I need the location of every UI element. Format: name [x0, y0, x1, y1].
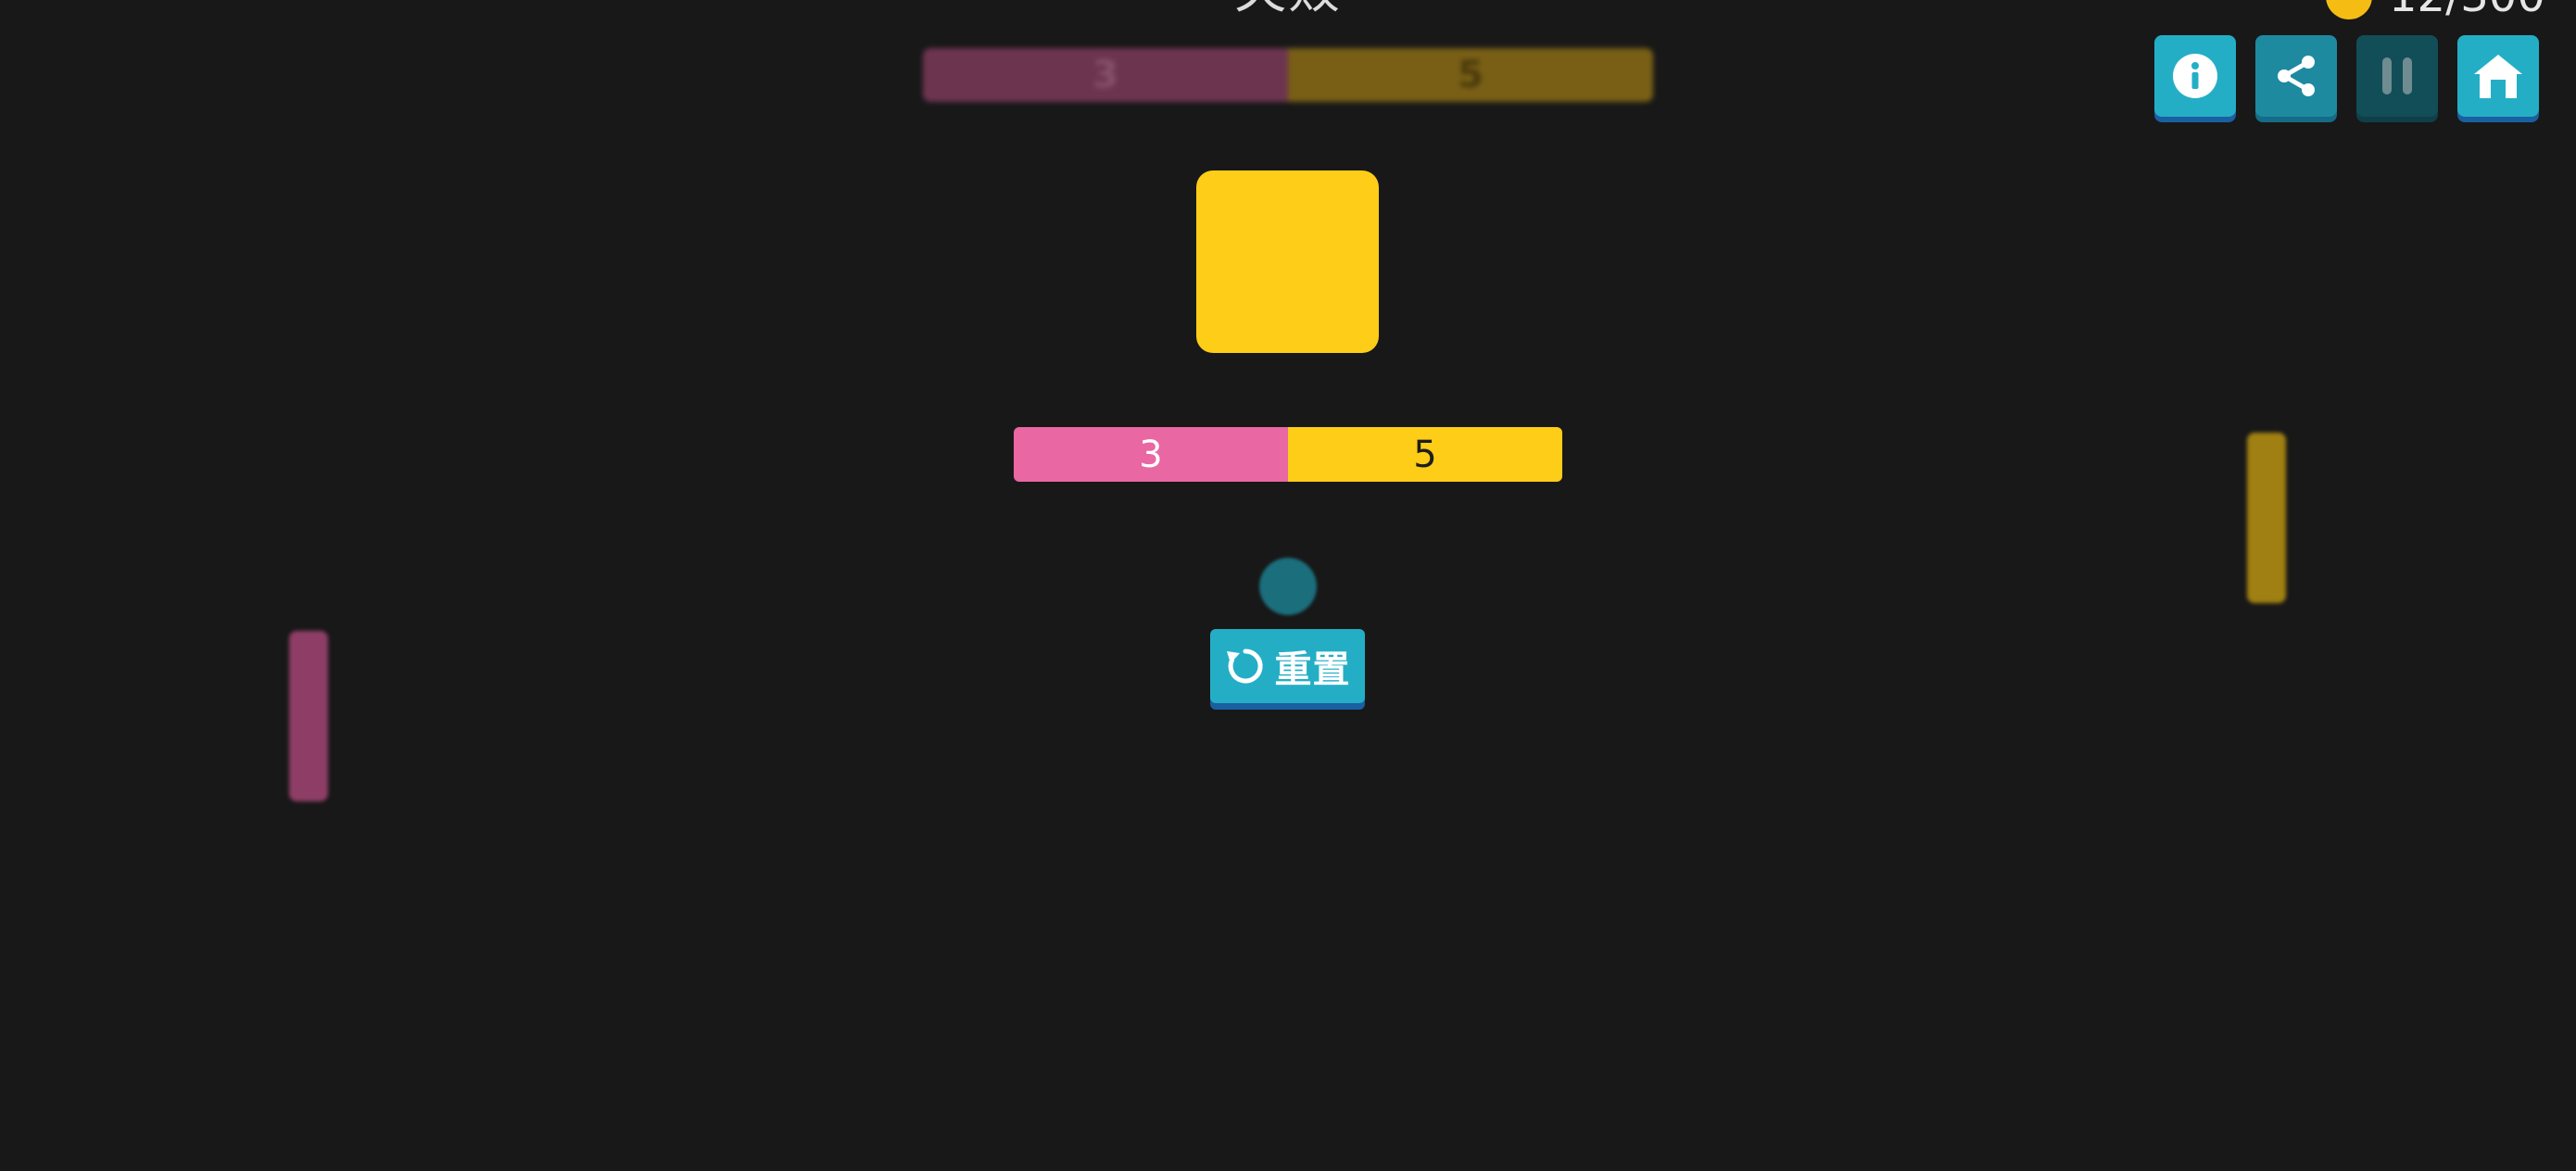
coin-icon — [2326, 0, 2372, 19]
target-left-segment: 3 — [923, 48, 1288, 102]
right-paddle — [2247, 433, 2286, 603]
pause-button[interactable] — [2356, 35, 2438, 117]
left-paddle — [289, 631, 328, 801]
refresh-icon — [1226, 648, 1263, 684]
info-button[interactable] — [2154, 35, 2236, 117]
share-button[interactable] — [2255, 35, 2337, 117]
home-button[interactable] — [2457, 35, 2539, 117]
score-text: 12/300 — [2389, 0, 2545, 22]
share-icon — [2278, 56, 2315, 96]
falling-block — [1196, 170, 1379, 353]
target-right-segment: 5 — [1288, 48, 1653, 102]
info-icon — [2173, 54, 2217, 98]
result-title: 失败 — [1195, 0, 1381, 19]
target-ratio-bar: 3 5 — [923, 48, 1653, 102]
current-right-segment: 5 — [1288, 427, 1562, 482]
game-stage: 失败 12/300 3 5 — [0, 0, 2576, 1171]
pause-icon — [2382, 57, 2412, 94]
current-ratio-bar: 3 5 — [1014, 427, 1562, 482]
reset-label: 重置 — [1274, 648, 1351, 691]
current-left-segment: 3 — [1014, 427, 1288, 482]
ball — [1259, 558, 1317, 615]
toolbar — [2154, 35, 2539, 117]
reset-button[interactable]: 重置 — [1210, 629, 1365, 703]
home-icon — [2474, 55, 2522, 98]
score-display: 12/300 — [2326, 0, 2545, 24]
